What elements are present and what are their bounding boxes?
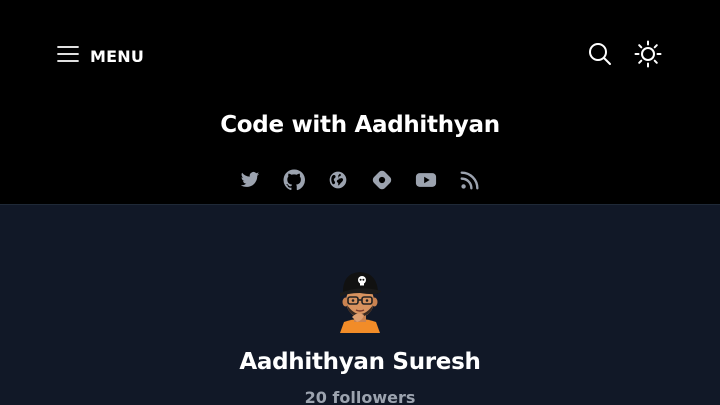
profile-section: Aadhithyan Suresh 20 followers <box>0 205 720 405</box>
hamburger-icon <box>56 43 80 69</box>
menu-label: MENU <box>90 46 145 66</box>
profile-name[interactable]: Aadhithyan Suresh <box>0 349 720 375</box>
search-icon <box>587 41 613 71</box>
youtube-icon <box>415 171 437 193</box>
menu-button[interactable]: MENU <box>56 41 144 71</box>
website-link[interactable] <box>327 170 349 194</box>
theme-toggle-button[interactable] <box>633 40 663 72</box>
social-links <box>0 169 720 195</box>
sun-icon <box>634 40 662 72</box>
followers-count[interactable]: 20 followers <box>0 388 720 405</box>
rss-link[interactable] <box>459 170 481 194</box>
blog-header: MENU Code with Aadhithyan <box>0 0 720 205</box>
youtube-link[interactable] <box>415 170 437 194</box>
hashnode-link[interactable] <box>371 170 393 194</box>
rss-icon <box>459 169 481 195</box>
search-button[interactable] <box>585 41 615 71</box>
hashnode-icon <box>371 169 393 195</box>
blog-title[interactable]: Code with Aadhithyan <box>0 112 720 138</box>
github-icon <box>283 169 305 195</box>
twitter-link[interactable] <box>239 170 261 194</box>
twitter-icon <box>239 170 261 194</box>
globe-icon <box>328 170 348 194</box>
avatar[interactable] <box>330 267 390 333</box>
github-link[interactable] <box>283 169 305 195</box>
page: MENU Code with Aadhithyan Aadhithyan Sur… <box>0 0 720 405</box>
